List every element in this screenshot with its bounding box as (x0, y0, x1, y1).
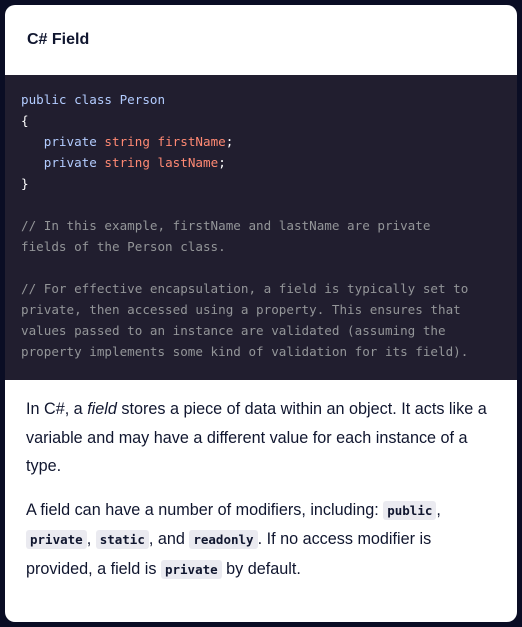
inline-code-readonly: readonly (189, 530, 258, 549)
field-card: C# Field public class Person { private st… (5, 5, 517, 622)
description-paragraph-1: In C#, a field stores a piece of data wi… (26, 395, 496, 481)
code-line: public class Person (21, 89, 501, 110)
code-line: private string lastName; (21, 152, 501, 173)
description: In C#, a field stores a piece of data wi… (26, 395, 496, 599)
code-token: fields of the Person class. (21, 239, 226, 254)
p2-text-1: A field can have a number of modifiers, … (26, 500, 384, 519)
code-token: { (21, 113, 29, 128)
code-token: private (43, 134, 97, 149)
code-token: private, then accessed using a property.… (21, 302, 461, 317)
p2-text-3: , (86, 530, 96, 548)
code-token: // In this example, firstName and lastNa… (21, 218, 431, 233)
code-token: lastName (157, 155, 219, 170)
inline-code-private-default: private (160, 559, 222, 579)
p2-text-4: , and (148, 530, 190, 548)
inline-code-static: static (95, 530, 149, 549)
code-token: property implements some kind of validat… (21, 344, 469, 359)
p1-emphasis: field (87, 400, 117, 418)
code-line: { (21, 110, 501, 131)
code-token: string (104, 155, 150, 170)
code-token: // For effective encapsulation, a field … (21, 281, 469, 296)
p2-text-6: by default. (221, 559, 301, 578)
code-line: // In this example, firstName and lastNa… (21, 215, 501, 236)
card-header: C# Field (5, 5, 517, 75)
code-token: firstName (157, 134, 226, 149)
code-token: values passed to an instance are validat… (21, 323, 446, 338)
code-token: ; (218, 155, 226, 170)
p2-text-2: , (436, 500, 441, 519)
code-line: property implements some kind of validat… (21, 341, 501, 362)
code-token: public class Person (21, 92, 166, 107)
code-line: private string firstName; (21, 131, 501, 152)
code-line: } (21, 173, 501, 194)
code-token: string (104, 134, 150, 149)
p1-text-before: In C#, a (26, 400, 88, 418)
code-token: ; (225, 134, 234, 149)
inline-code-public: public (383, 500, 437, 520)
description-paragraph-2: A field can have a number of modifiers, … (26, 496, 496, 585)
card-title: C# Field (27, 31, 90, 48)
code-line: private, then accessed using a property.… (21, 299, 501, 320)
code-line: // For effective encapsulation, a field … (21, 278, 501, 299)
inline-code-private: private (26, 530, 87, 549)
code-token: private (43, 155, 97, 170)
code-block: public class Person { private string firs… (5, 75, 517, 380)
code-line: fields of the Person class. (21, 236, 501, 257)
code-token: } (21, 176, 29, 191)
code-line: values passed to an instance are validat… (21, 320, 501, 341)
